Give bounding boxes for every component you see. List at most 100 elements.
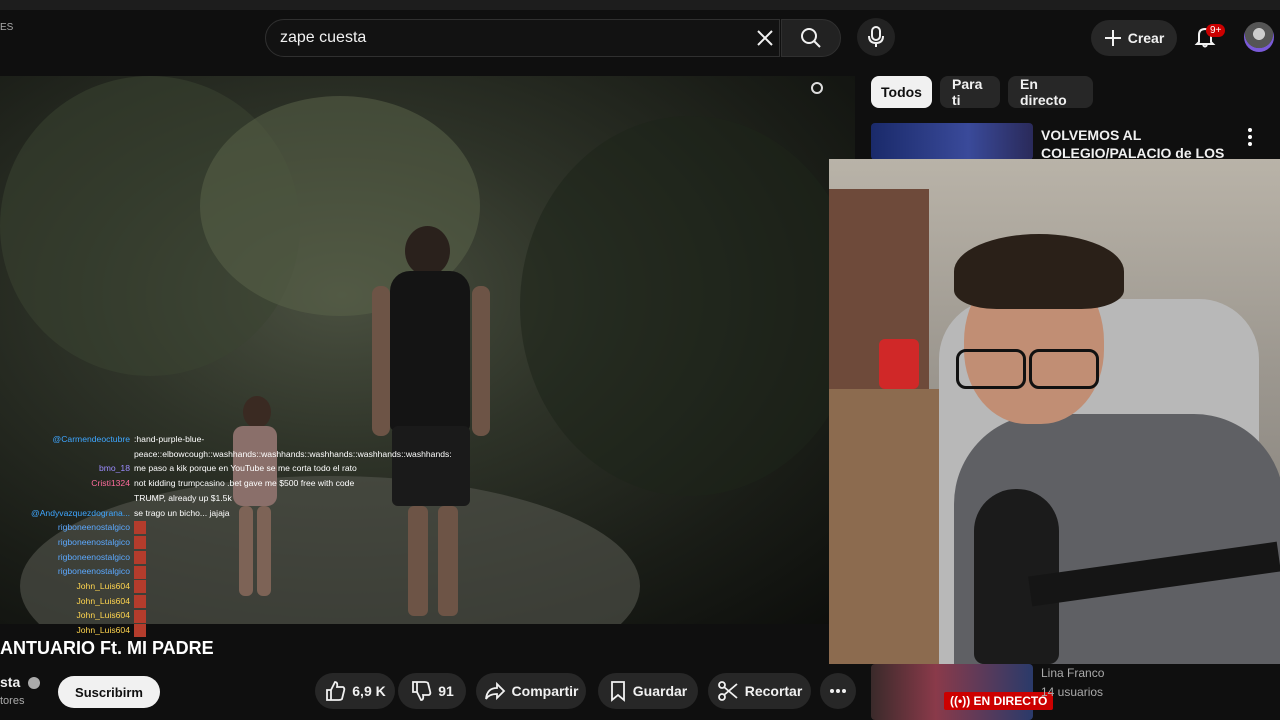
plus-icon [1104, 30, 1121, 46]
chat-text [134, 520, 379, 535]
mic-icon [868, 26, 884, 47]
chip-for-you[interactable]: Para ti [940, 76, 1000, 108]
emote-icon [134, 594, 146, 608]
search-input[interactable] [280, 20, 740, 56]
chat-text [134, 608, 379, 623]
search-icon [801, 28, 821, 48]
chat-username: rigboneenostalgico [57, 566, 130, 577]
chat-username: rigboneenostalgico [57, 522, 130, 533]
like-button[interactable]: 6,9 K [315, 673, 395, 709]
glasses [956, 349, 1026, 389]
chat-text: :hand-purple-blue-peace::elbowcough::was… [134, 434, 452, 459]
save-button[interactable]: Guardar [598, 673, 698, 709]
like-count: 6,9 K [352, 683, 386, 699]
webcam-overlay [829, 159, 1280, 664]
thumbs-up-icon [326, 681, 346, 701]
emote-icon [134, 565, 146, 579]
more-actions-button[interactable] [820, 673, 856, 709]
emote-icon [134, 536, 146, 550]
chat-message: rigboneenostalgico [0, 520, 380, 535]
live-badge-label: EN DIRECTO [973, 694, 1048, 708]
chat-text: se trago un bicho... jajaja [134, 507, 230, 518]
chat-message: John_Luis604 [0, 623, 380, 638]
verified-icon [28, 677, 41, 690]
chat-text: me paso a kik porque en YouTube se me co… [134, 463, 357, 474]
chat-text [134, 594, 379, 609]
chip-all[interactable]: Todos [871, 76, 932, 108]
chat-username: John_Luis604 [76, 610, 130, 621]
chat-message: @Andyvazquezdograna... se trago un bicho.… [0, 506, 380, 521]
chat-username: @Carmendeoctubre [52, 434, 130, 444]
subscribe-button[interactable]: Suscribirm [58, 676, 160, 708]
chat-message: John_Luis604 [0, 608, 380, 623]
channel-name[interactable]: sta [0, 674, 41, 690]
more-vert-icon[interactable] [1242, 128, 1258, 146]
thumbs-down-icon [412, 681, 432, 701]
chat-text [134, 535, 379, 550]
chat-text: not kidding trumpcasino .bet gave me $50… [134, 478, 355, 503]
subscriber-count: tores [0, 695, 25, 707]
more-horizontal-icon [830, 689, 846, 693]
video-title: ANTUARIO Ft. MI PADRE [0, 638, 214, 658]
dislike-button[interactable]: 91 [398, 673, 466, 709]
emote-icon [134, 550, 146, 564]
emote-icon [134, 521, 146, 535]
share-icon [484, 681, 505, 701]
chat-message: rigboneenostalgico [0, 550, 380, 565]
hair [954, 234, 1124, 309]
save-label: Guardar [632, 683, 688, 699]
chat-message: rigboneenostalgico [0, 535, 380, 550]
chat-message: Cristi1324 not kidding trumpcasino .bet g… [0, 476, 380, 505]
chip-live[interactable]: En directo [1008, 76, 1093, 108]
avatar[interactable] [1244, 22, 1274, 52]
chat-username: John_Luis604 [76, 581, 130, 592]
foliage [520, 116, 855, 496]
scissors-icon [717, 681, 738, 701]
search-button[interactable] [781, 19, 841, 57]
chat-username: John_Luis604 [76, 625, 130, 636]
close-icon [757, 30, 773, 46]
voice-search-button[interactable] [857, 18, 895, 56]
country-code: ES [0, 22, 14, 33]
chat-text [134, 550, 379, 565]
glasses [1029, 349, 1099, 389]
channel-name-text: sta [0, 674, 21, 690]
create-label: Crear [1127, 30, 1165, 46]
settings-icon [811, 82, 823, 94]
share-label: Compartir [511, 683, 579, 699]
chat-message: rigboneenostalgico [0, 564, 380, 579]
chat-message: bmo_18 me paso a kik porque en YouTube se… [0, 461, 380, 476]
chat-username: rigboneenostalgico [57, 551, 130, 562]
chat-username: Cristi1324 [91, 478, 130, 489]
browser-strip [0, 0, 1280, 10]
emote-icon [134, 624, 146, 638]
chat-text [134, 579, 379, 594]
search-box[interactable] [265, 19, 780, 57]
chat-username: @Andyvazquezdograna... [30, 507, 130, 518]
live-badge: ((•)) EN DIRECTO [944, 692, 1054, 710]
chat-username: bmo_18 [98, 463, 130, 474]
chat-message: @Carmendeoctubre :hand-purple-blue-peace:… [0, 432, 452, 461]
chat-text [134, 623, 379, 638]
share-button[interactable]: Compartir [476, 673, 586, 709]
create-button[interactable]: Crear [1091, 20, 1177, 56]
chat-username: John_Luis604 [76, 595, 130, 606]
chat-overlay: @Carmendeoctubre :hand-purple-blue-peace:… [0, 432, 452, 638]
emote-icon [134, 580, 146, 594]
dislike-count: 91 [438, 683, 454, 699]
recommendation-thumbnail[interactable] [871, 123, 1033, 160]
clip-label: Recortar [744, 683, 803, 699]
chat-username: rigboneenostalgico [57, 536, 130, 547]
play-button-trophy [879, 339, 919, 389]
live-channel-name[interactable]: Lina Franco [1041, 666, 1104, 680]
bookmark-icon [610, 681, 625, 702]
chat-text [134, 564, 379, 579]
chat-message: John_Luis604 [0, 579, 380, 594]
notification-badge: 9+ [1206, 24, 1226, 37]
chat-message: John_Luis604 [0, 594, 380, 609]
top-bar: ES Crear 9+ [0, 0, 1280, 76]
emote-icon [134, 609, 146, 623]
clear-search-button[interactable] [748, 22, 782, 54]
man-figure [370, 226, 510, 624]
clip-button[interactable]: Recortar [708, 673, 811, 709]
